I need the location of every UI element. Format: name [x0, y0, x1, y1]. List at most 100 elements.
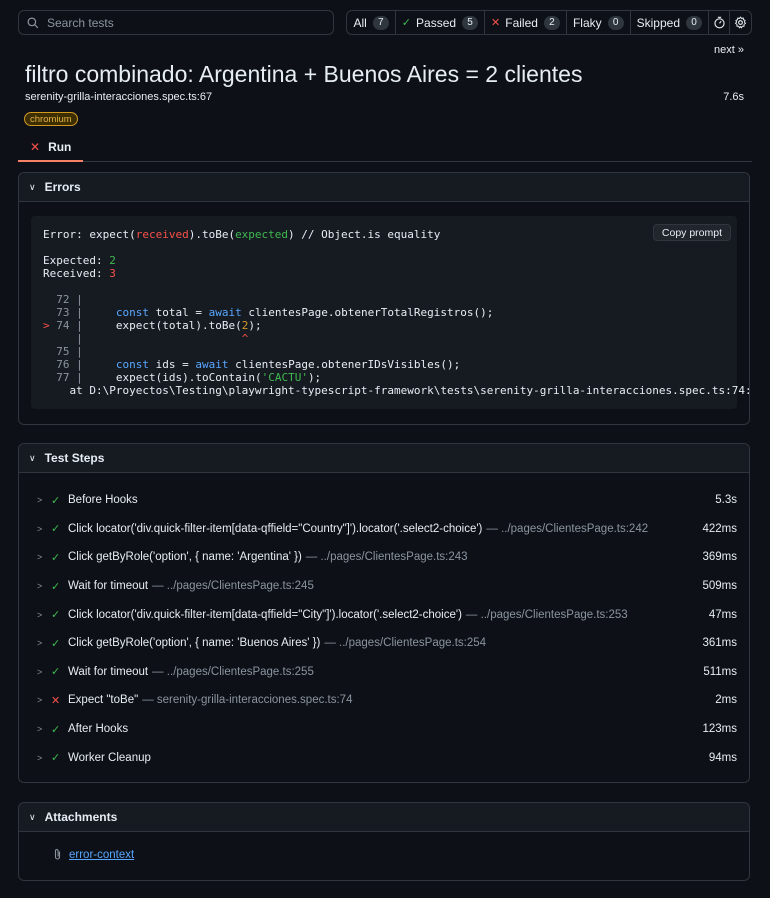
project-badge[interactable]: chromium: [24, 112, 78, 126]
check-icon: ✓: [51, 637, 61, 650]
step-row[interactable]: > ✓ Worker Cleanup 94ms: [19, 743, 749, 772]
errors-header[interactable]: ∨ Errors: [19, 173, 749, 202]
filter-flaky-count: 0: [607, 15, 624, 30]
check-icon: ✓: [51, 580, 61, 593]
step-label: Click getByRole('option', { name: 'Argen…: [68, 551, 302, 564]
step-duration: 422ms: [702, 522, 737, 535]
filter-skipped-count: 0: [686, 15, 702, 30]
status-filters: All 7 ✓ Passed 5 ✕ Failed 2 Flaky 0 Skip…: [346, 10, 752, 35]
test-title: filtro combinado: Argentina + Buenos Air…: [25, 61, 583, 87]
step-duration: 509ms: [702, 580, 737, 593]
error-line: Error: expect(received).toBe(expected) /…: [43, 228, 441, 241]
step-location[interactable]: — serenity-grilla-interacciones.spec.ts:…: [142, 694, 352, 706]
test-duration: 7.6s: [723, 91, 744, 103]
steps-header-label: Test Steps: [44, 451, 105, 465]
step-duration: 5.3s: [715, 494, 737, 507]
step-row[interactable]: > ✓ Before Hooks 5.3s: [19, 486, 749, 515]
chevron-right-icon: >: [37, 495, 43, 506]
attachments-header[interactable]: ∨ Attachments: [19, 803, 749, 832]
chevron-down-icon: ∨: [29, 452, 36, 463]
search-box[interactable]: [18, 10, 335, 35]
settings-button[interactable]: [730, 11, 751, 34]
error-message: Copy prompt Error: expect(received).toBe…: [31, 216, 749, 409]
step-row[interactable]: > ✓ Wait for timeout — ../pages/ClientesPag…: [19, 572, 749, 601]
search-input[interactable]: [47, 15, 327, 30]
step-label: After Hooks: [68, 723, 129, 736]
step-label: Expect "toBe": [68, 694, 139, 707]
step-row[interactable]: > ✓ After Hooks 123ms: [19, 715, 749, 744]
step-duration: 94ms: [708, 751, 737, 764]
run-tabs: ✕ Run: [18, 134, 752, 162]
copy-prompt-button[interactable]: Copy prompt: [652, 224, 731, 241]
step-location[interactable]: — ../pages/ClientesPage.ts:253: [466, 609, 628, 621]
speedboard-button[interactable]: [709, 11, 731, 34]
chevron-right-icon: >: [37, 695, 43, 706]
step-label: Click locator('div.quick-filter-item[dat…: [68, 608, 462, 621]
filter-all-label: All: [353, 15, 367, 30]
search-icon: [27, 17, 39, 28]
filter-failed[interactable]: ✕ Failed 2: [485, 11, 567, 34]
step-duration: 47ms: [708, 608, 737, 621]
step-location[interactable]: — ../pages/ClientesPage.ts:245: [152, 580, 314, 592]
steps-panel: ∨ Test Steps > ✓ Before Hooks 5.3s > ✓ Click l…: [18, 443, 750, 783]
filter-failed-label: Failed: [505, 15, 538, 30]
expected-line: Expected: 2: [43, 254, 116, 267]
received-line: Received: 3: [43, 267, 116, 280]
step-row[interactable]: > ✕ Expect "toBe" — serenity-grilla-interac…: [19, 686, 749, 715]
attachment-icon: [54, 849, 61, 860]
code-line-72: 72 |: [56, 293, 83, 306]
step-label: Worker Cleanup: [68, 751, 151, 764]
test-location: serenity-grilla-interacciones.spec.ts:67: [25, 91, 213, 103]
step-duration: 123ms: [702, 723, 737, 736]
filter-all-count: 7: [372, 15, 389, 30]
filter-skipped[interactable]: Skipped 0: [631, 11, 709, 34]
steps-header[interactable]: ∨ Test Steps: [19, 444, 749, 473]
check-icon: ✓: [51, 551, 61, 564]
step-label: Wait for timeout: [68, 665, 149, 678]
code-line-76: 76 | const ids = await clientesPage.obte…: [56, 358, 461, 371]
chevron-right-icon: >: [37, 724, 43, 735]
stopwatch-icon: [713, 16, 725, 29]
check-icon: ✓: [51, 666, 61, 679]
filter-failed-count: 2: [543, 15, 560, 30]
step-duration: 2ms: [715, 694, 737, 707]
check-icon: ✓: [51, 523, 61, 536]
top-bar: All 7 ✓ Passed 5 ✕ Failed 2 Flaky 0 Skip…: [18, 10, 752, 35]
chevron-right-icon: >: [37, 666, 43, 677]
code-line-75: 75 |: [56, 345, 83, 358]
filter-passed-count: 5: [462, 15, 479, 30]
step-row[interactable]: > ✓ Click locator('div.quick-filter-item[d…: [19, 600, 749, 629]
check-icon: ✓: [51, 723, 61, 736]
step-location[interactable]: — ../pages/ClientesPage.ts:254: [324, 637, 486, 649]
check-icon: ✓: [51, 609, 61, 622]
step-row[interactable]: > ✓ Wait for timeout — ../pages/ClientesPag…: [19, 658, 749, 687]
next-link[interactable]: next »: [714, 44, 744, 56]
step-duration: 369ms: [702, 551, 737, 564]
code-caret-line: | ^: [43, 332, 249, 345]
filter-all[interactable]: All 7: [347, 11, 396, 34]
code-line-74: > 74 | expect(total).toBe(2);: [43, 319, 262, 332]
check-icon: ✓: [401, 17, 412, 29]
step-location[interactable]: — ../pages/ClientesPage.ts:243: [306, 551, 468, 563]
step-label: Click getByRole('option', { name: 'Bueno…: [68, 637, 321, 650]
chevron-down-icon: ∨: [29, 181, 36, 192]
step-row[interactable]: > ✓ Click getByRole('option', { name: 'Bue…: [19, 629, 749, 658]
attachments-header-label: Attachments: [44, 810, 118, 824]
step-label: Wait for timeout: [68, 580, 149, 593]
filter-passed[interactable]: ✓ Passed 5: [396, 11, 486, 34]
attachment-link[interactable]: error-context: [69, 849, 134, 861]
chevron-right-icon: >: [37, 581, 43, 592]
check-icon: ✓: [51, 494, 61, 507]
errors-panel: ∨ Errors Copy prompt Error: expect(recei…: [18, 172, 750, 425]
chevron-down-icon: ∨: [29, 811, 36, 822]
step-row[interactable]: > ✓ Click locator('div.quick-filter-item[d…: [19, 515, 749, 544]
filter-flaky[interactable]: Flaky 0: [567, 11, 631, 34]
tab-run-label: Run: [48, 140, 72, 154]
gear-icon: [735, 16, 747, 29]
chevron-right-icon: >: [37, 609, 43, 620]
step-row[interactable]: > ✓ Click getByRole('option', { name: 'Arg…: [19, 543, 749, 572]
step-location[interactable]: — ../pages/ClientesPage.ts:242: [486, 523, 648, 535]
step-location[interactable]: — ../pages/ClientesPage.ts:255: [152, 666, 314, 678]
step-duration: 361ms: [702, 637, 737, 650]
tab-run[interactable]: ✕ Run: [18, 134, 84, 162]
